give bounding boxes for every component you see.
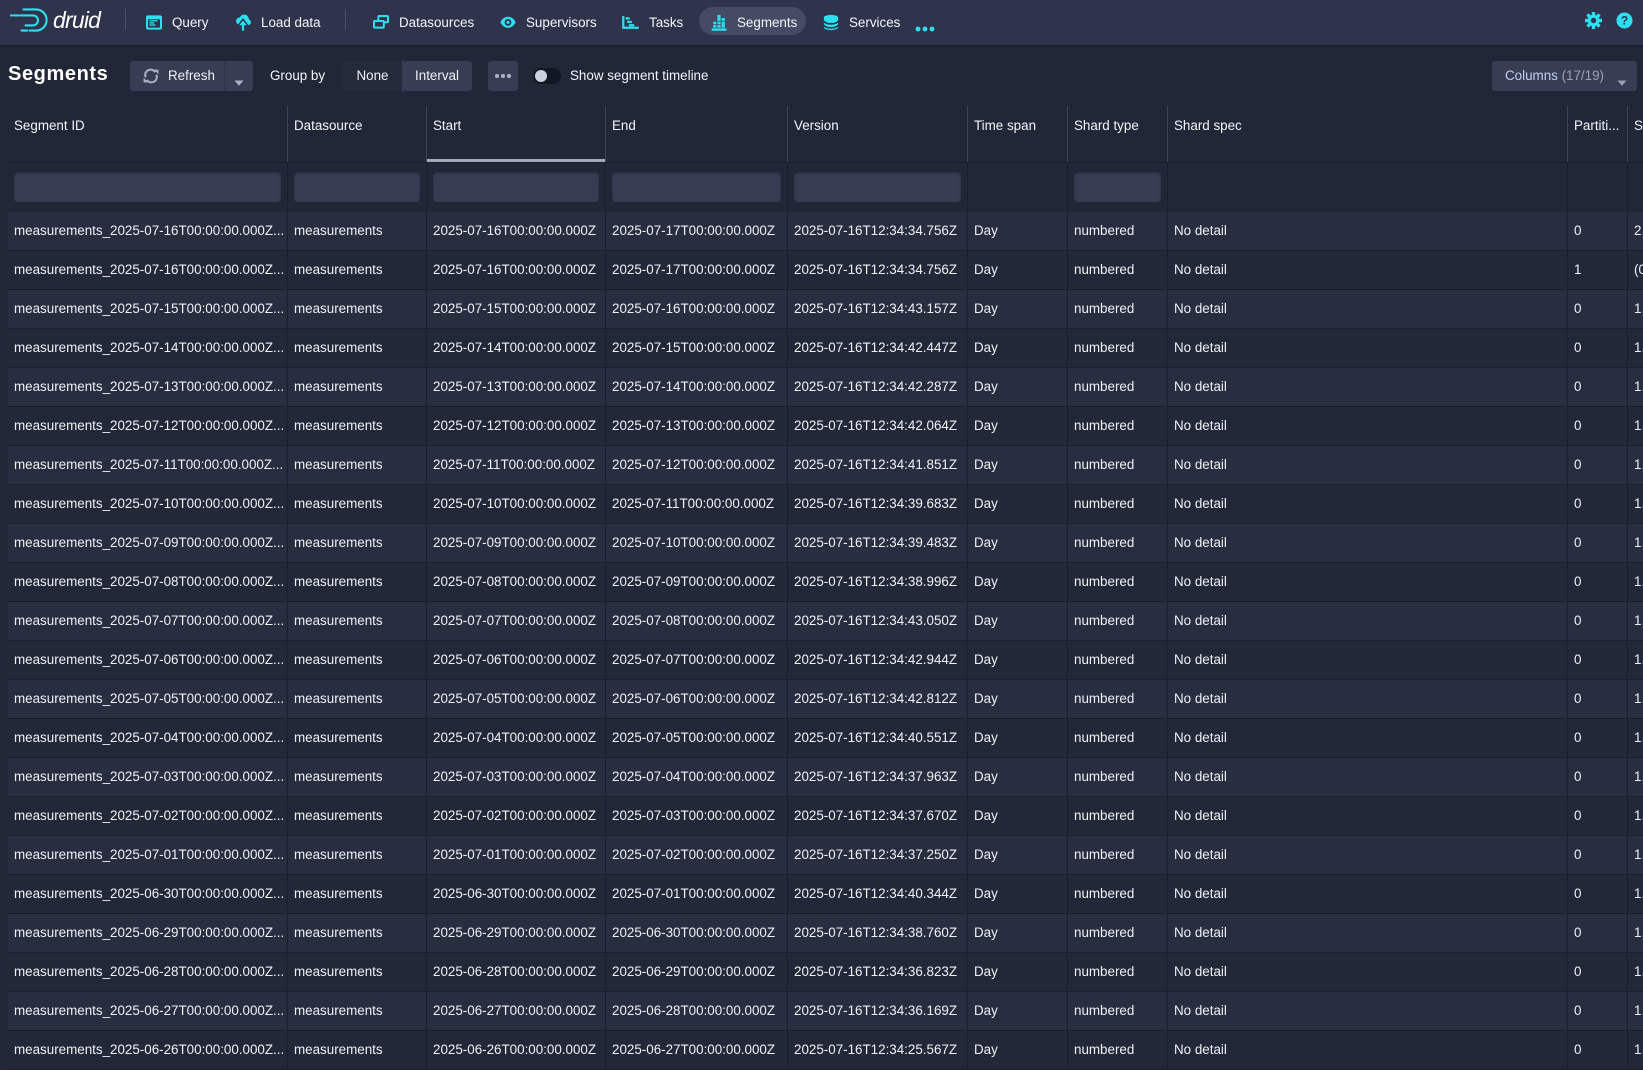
svg-text:?: ?	[1621, 14, 1628, 28]
